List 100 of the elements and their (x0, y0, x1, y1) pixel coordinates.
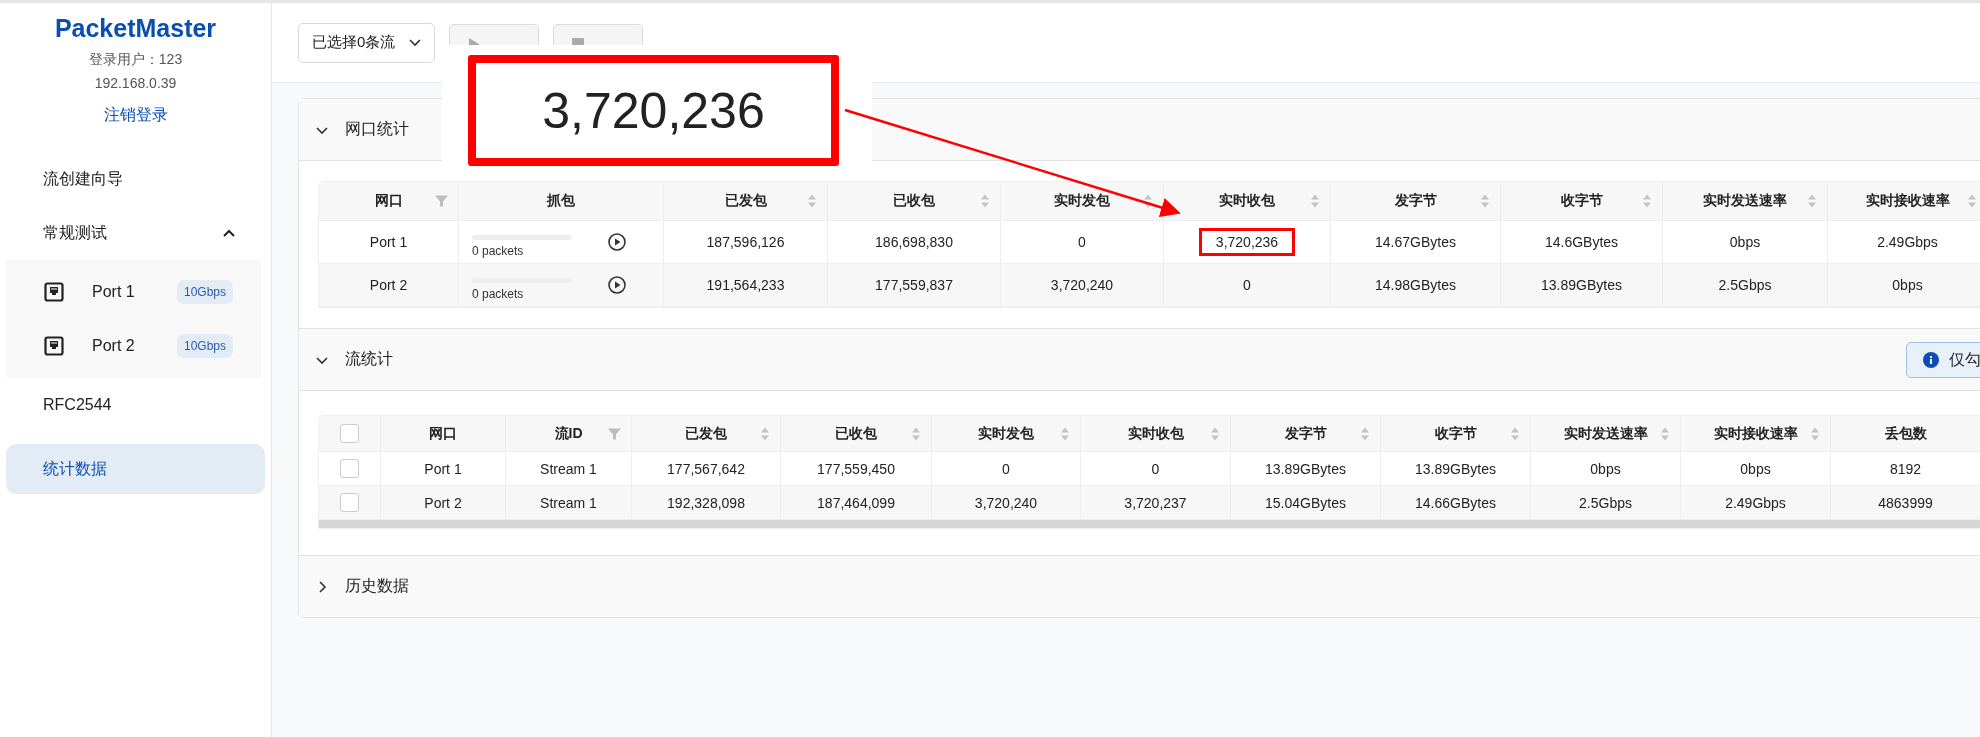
table-cell: 13.89GBytes (1541, 277, 1622, 293)
table-cell: Port 2 (369, 277, 408, 293)
column-header[interactable]: 发字节 (1331, 182, 1501, 220)
column-header[interactable]: 流ID (506, 416, 632, 451)
sort-icon[interactable] (1967, 193, 1977, 209)
sort-icon[interactable] (911, 426, 921, 441)
panel-title[interactable]: 流统计 (345, 349, 393, 370)
column-header[interactable]: 收字节 (1501, 182, 1663, 220)
ethernet-port-icon (44, 282, 64, 302)
column-header[interactable]: 发字节 (1231, 416, 1381, 451)
chevron-down-icon (409, 38, 422, 47)
column-header[interactable]: 实时收包 (1164, 182, 1331, 220)
nav-item[interactable]: RFC2544 (6, 378, 265, 432)
table-cell: Stream 1 (540, 494, 597, 511)
table-cell: 3,720,236 (1201, 231, 1293, 253)
sort-icon[interactable] (1810, 426, 1820, 441)
table-cell: 2.5Gbps (1718, 277, 1772, 293)
table-cell: 4863999 (1878, 494, 1933, 511)
table-cell: 0 (1002, 460, 1010, 477)
table-cell: 0bps (1729, 234, 1761, 250)
table-cell: 15.04GBytes (1265, 494, 1346, 511)
table-cell: 0bps (1892, 277, 1923, 293)
table-cell: 14.6GBytes (1544, 234, 1619, 250)
port-item[interactable]: Port 1 10Gbps (6, 265, 261, 319)
column-header[interactable]: 实时发包 (932, 416, 1081, 451)
notice-button[interactable]: 仅勾 (1906, 342, 1980, 378)
nav-item[interactable]: 统计数据 (6, 444, 265, 494)
sort-icon[interactable] (807, 193, 817, 209)
table-cell: 191,564,233 (706, 277, 785, 293)
scrollbar[interactable] (319, 520, 1980, 528)
column-header[interactable]: 实时发送速率 (1531, 416, 1681, 451)
table-cell: 14.67GBytes (1375, 234, 1456, 250)
sort-icon[interactable] (1360, 426, 1370, 441)
sort-icon[interactable] (1480, 193, 1490, 209)
play-icon[interactable] (608, 276, 626, 294)
sort-icon[interactable] (1060, 426, 1070, 441)
stream-select[interactable]: 已选择0条流 (298, 22, 436, 63)
table-cell: 0 (1151, 460, 1160, 477)
table-cell: Port 1 (369, 234, 408, 250)
sort-icon[interactable] (1210, 426, 1220, 441)
table-cell: 3,720,240 (1050, 277, 1114, 293)
column-header[interactable]: 实时收包 (1081, 416, 1231, 451)
logout-link[interactable]: 注销登录 (103, 105, 168, 126)
sort-icon[interactable] (1642, 193, 1652, 209)
sort-icon[interactable] (1510, 426, 1520, 441)
table-cell: 14.98GBytes (1375, 277, 1456, 293)
nav-item[interactable]: 流创建向导 (6, 152, 265, 206)
chevron-up-icon (223, 229, 235, 237)
table-cell: 13.89GBytes (1415, 460, 1496, 477)
port-item[interactable]: Port 2 10Gbps (6, 319, 261, 373)
panel-title[interactable]: 历史数据 (345, 576, 409, 597)
table-cell: 177,559,837 (875, 277, 953, 293)
table-cell: Port 1 (424, 460, 462, 477)
checkbox[interactable] (340, 493, 359, 512)
sort-icon[interactable] (760, 426, 770, 441)
column-header[interactable]: 网口 (381, 416, 506, 451)
table-cell: 2.49Gbps (1725, 494, 1786, 511)
magnified-value: 3,720,236 (542, 81, 765, 140)
packet-count: 0 packets (472, 286, 525, 301)
column-header[interactable]: 抓包 (459, 182, 664, 220)
sort-icon[interactable] (1660, 426, 1670, 441)
sort-icon[interactable] (980, 193, 990, 209)
table-cell: 187,464,099 (817, 494, 895, 511)
column-header[interactable]: 已发包 (664, 182, 828, 220)
column-header[interactable]: 丢包数 (1831, 416, 1980, 451)
column-header[interactable]: 实时接收速率 (1828, 182, 1980, 220)
table-cell: 14.66GBytes (1415, 494, 1496, 511)
table-cell: 192,328,098 (667, 494, 745, 511)
table-cell: 0 (1243, 277, 1251, 293)
table-cell: 13.89GBytes (1265, 460, 1346, 477)
column-header[interactable]: 收字节 (1381, 416, 1531, 451)
checkbox[interactable] (340, 459, 359, 478)
filter-icon[interactable] (435, 194, 448, 208)
table-cell: 186,698,830 (875, 234, 953, 250)
table-cell: 8192 (1889, 460, 1922, 477)
panel-title[interactable]: 网口统计 (345, 119, 409, 140)
user-label: 登录用户：123 (88, 51, 183, 69)
column-header[interactable]: 实时发送速率 (1663, 182, 1828, 220)
table-cell: 0bps (1590, 460, 1621, 477)
sort-icon[interactable] (1310, 193, 1320, 209)
nav-group[interactable]: 常规测试 (6, 206, 265, 260)
brand-logo: PacketMaster (54, 14, 217, 43)
sort-icon[interactable] (1807, 193, 1817, 209)
sort-icon[interactable] (1143, 193, 1153, 209)
column-header[interactable]: 已发包 (632, 416, 781, 451)
column-header[interactable]: 已收包 (781, 416, 932, 451)
play-icon[interactable] (608, 233, 626, 251)
ip-address: 192.168.0.39 (94, 75, 177, 91)
table-cell: Stream 1 (540, 460, 597, 477)
table-cell: 2.49Gbps (1877, 234, 1938, 250)
column-header[interactable]: 网口 (319, 182, 459, 220)
column-header[interactable]: 已收包 (828, 182, 1001, 220)
stop-icon (572, 38, 585, 45)
table-cell: 2.5Gbps (1579, 494, 1632, 511)
table-cell: Port 2 (424, 494, 462, 511)
speed-badge: 10Gbps (176, 334, 233, 358)
filter-icon[interactable] (608, 427, 621, 440)
checkbox[interactable] (340, 424, 359, 443)
column-header[interactable]: 实时接收速率 (1681, 416, 1831, 451)
column-header[interactable]: 实时发包 (1001, 182, 1164, 220)
